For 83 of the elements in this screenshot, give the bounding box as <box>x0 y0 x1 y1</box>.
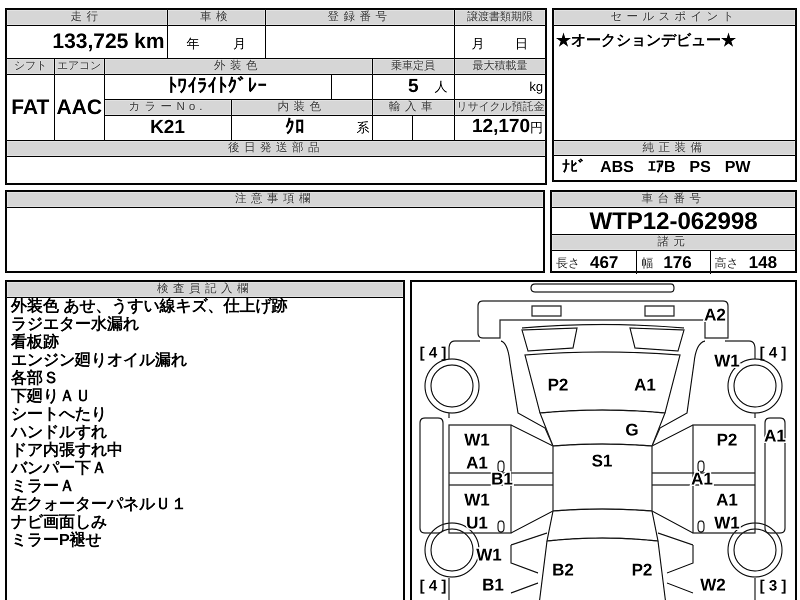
spec-value: 176 <box>663 252 692 274</box>
damage-code: P2 <box>716 430 738 450</box>
transfer-docs-deadline-month-unit: 月 <box>472 35 485 53</box>
color-number-value: K21 <box>104 115 232 140</box>
max-load-label: 最大積載量 <box>454 58 546 74</box>
interior-color-value: ｸﾛ <box>284 118 306 138</box>
equipment-item: ｴｱB <box>648 158 676 178</box>
note-line: 各部Ｓ <box>11 370 60 388</box>
recycling-deposit-unit: 円 <box>530 120 544 134</box>
registration-number-label: 登録番号 <box>265 9 454 25</box>
tire-rating: [ 4 ] <box>420 578 446 594</box>
seating-capacity-value: 5 <box>408 77 419 96</box>
equipment-item: ﾅﾋﾞ <box>562 158 586 178</box>
seating-capacity-label: 乗車定員 <box>372 58 454 74</box>
notes-label: 注意事項欄 <box>7 192 543 208</box>
damage-code: A1 <box>466 454 488 472</box>
damage-code: A1 <box>634 376 656 394</box>
tire-rating: [ 4 ] <box>760 344 786 362</box>
exterior-color-label: 外装色 <box>104 58 372 74</box>
note-line: シートへたり <box>11 406 108 424</box>
air-conditioner-label: エアコン <box>54 58 104 74</box>
inspection-expiry-year-unit: 年 <box>186 35 200 53</box>
damage-code: A1 <box>716 490 738 510</box>
damage-code: W1 <box>714 352 740 370</box>
sales-point-label: セールスポイント <box>554 10 795 26</box>
damage-code: P2 <box>632 560 652 580</box>
note-line: ハンドルすれ <box>11 424 108 442</box>
note-line: バンパー下Ａ <box>11 460 108 478</box>
note-line: 下廻りＡＵ <box>11 388 92 406</box>
chassis-label: 車台番号 <box>552 192 795 208</box>
damage-code: G <box>625 420 639 440</box>
imported-label: 輸入車 <box>372 99 454 115</box>
max-load-unit: kg <box>529 78 544 94</box>
note-line: ミラーP褪せ <box>11 532 103 550</box>
inspector-notes-label: 検査員記入欄 <box>7 282 403 298</box>
spec-value: 467 <box>590 252 618 274</box>
damage-code: W2 <box>700 576 726 594</box>
inspection-expiry-label: 車検 <box>167 9 266 25</box>
spec-label: 高さ <box>714 254 739 272</box>
note-line: エンジン廻りオイル漏れ <box>11 352 188 369</box>
equipment-item: PS <box>689 158 711 178</box>
equipment-item: ABS <box>600 158 634 178</box>
mileage-value: 133,725 km <box>6 25 168 58</box>
spec-label: 幅 <box>641 254 654 272</box>
note-line: 左クォーターパネルＵ１ <box>11 496 188 514</box>
damage-code: B1 <box>482 576 504 594</box>
spec-value: 148 <box>748 252 778 274</box>
note-line: 看板跡 <box>11 334 60 352</box>
damage-code: W1 <box>464 490 490 510</box>
note-line: ドア内張すれ中 <box>11 442 124 460</box>
note-line: ラジエター水漏れ <box>11 316 140 333</box>
equipment-label: 純正装備 <box>554 140 795 156</box>
equipment-item: PW <box>724 158 751 178</box>
recycling-deposit-value: 12,170 <box>472 116 530 136</box>
exterior-color-value: ﾄﾜｲﾗｲﾄｸﾞﾚｰ <box>104 74 332 99</box>
tire-rating: [ 4 ] <box>420 344 446 362</box>
damage-code: U1 <box>466 514 488 532</box>
note-line: ミラーＡ <box>11 478 76 496</box>
color-number-label: カラーNo. <box>104 99 232 115</box>
damage-code: P2 <box>548 376 568 394</box>
shift-label: シフト <box>6 58 54 74</box>
damage-code: W1 <box>464 430 490 450</box>
damage-code: A2 <box>704 306 726 324</box>
note-line: ナビ画面しみ <box>11 514 108 531</box>
damage-code: S1 <box>592 452 612 470</box>
note-line: 外装色 あせ、うすい線キズ、仕上げ跡 <box>11 298 288 316</box>
air-conditioner-value: AAC <box>54 74 104 140</box>
damage-code: B2 <box>552 560 574 580</box>
inspection-expiry-month-unit: 月 <box>232 35 246 53</box>
interior-color-suffix: 系 <box>356 118 370 137</box>
damage-code: W1 <box>714 514 740 532</box>
interior-color-label: 内装色 <box>231 99 372 115</box>
seating-capacity-unit: 人 <box>434 78 448 96</box>
parts-to-ship-later-label: 後日発送部品 <box>6 140 546 156</box>
transfer-docs-deadline-label: 譲渡書類期限 <box>454 9 546 25</box>
shift-value: FAT <box>6 74 54 140</box>
tire-rating: [ 3 ] <box>760 578 786 594</box>
spec-label: 長さ <box>556 254 580 272</box>
recycling-deposit-label: リサイクル預託金 <box>454 99 546 115</box>
specs-label: 諸元 <box>552 235 795 251</box>
sales-point-text: ★オークションデビュー★ <box>555 31 738 51</box>
transfer-docs-deadline-day-unit: 日 <box>514 35 528 53</box>
mileage-label: 走行 <box>6 9 168 25</box>
